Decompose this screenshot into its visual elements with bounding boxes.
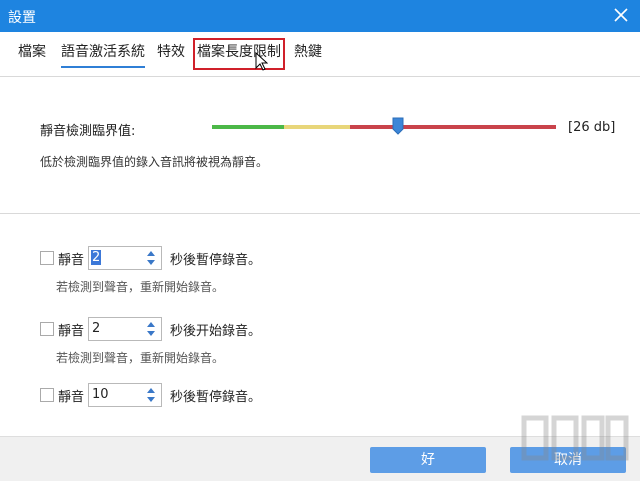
tab-hotkeys[interactable]: 熱鍵 xyxy=(294,42,322,66)
silence-label: 靜音 xyxy=(58,324,85,339)
stepper-value[interactable]: 10 xyxy=(91,387,110,402)
stepper-arrows-icon[interactable] xyxy=(145,385,157,405)
silence-pause-suffix: 秒後暫停錄音。 xyxy=(170,253,262,268)
threshold-description: 低於檢測臨界值的錄入音訊將被視為靜音。 xyxy=(40,155,269,169)
threshold-db-value: [26 db] xyxy=(568,120,616,135)
silence-pause-checkbox[interactable] xyxy=(40,251,54,265)
silence-label: 靜音 xyxy=(58,253,85,268)
stepper-arrows-icon[interactable] xyxy=(145,319,157,339)
mouse-cursor-icon xyxy=(255,52,268,71)
stepper-arrows-icon[interactable] xyxy=(145,248,157,268)
silence-pause-hint: 若檢測到聲音，重新開始錄音。 xyxy=(56,280,225,294)
close-icon[interactable] xyxy=(612,6,630,24)
tab-files[interactable]: 檔案 xyxy=(18,42,46,66)
silence-pause-long-suffix: 秒後暫停錄音。 xyxy=(170,390,262,405)
slider-red-segment xyxy=(350,125,556,129)
stepper-value[interactable]: 2 xyxy=(91,250,102,265)
silence-label: 靜音 xyxy=(58,390,85,405)
threshold-slider[interactable] xyxy=(212,117,556,135)
silence-start-hint: 若檢測到聲音，重新開始錄音。 xyxy=(56,351,225,365)
tab-file-length-limit[interactable]: 檔案長度限制 xyxy=(193,38,285,70)
threshold-panel: 靜音檢測臨界值: [26 db] 低於檢測臨界值的錄入音訊將被視為靜音。 xyxy=(0,76,640,214)
stepper-value[interactable]: 2 xyxy=(91,321,101,336)
slider-green-segment xyxy=(212,125,284,129)
slider-thumb[interactable] xyxy=(392,117,404,135)
tab-voice-activation[interactable]: 語音激活系統 xyxy=(61,42,145,68)
silence-pause-row: 靜音 2 秒後暫停錄音。 xyxy=(40,246,300,270)
title-bar: 設置 xyxy=(0,0,640,32)
slider-yellow-segment xyxy=(284,125,350,129)
watermark-logo-icon xyxy=(521,415,629,461)
silence-pause-long-row: 靜音 10 秒後暫停錄音。 xyxy=(40,383,300,407)
tab-effects[interactable]: 特效 xyxy=(157,42,185,66)
silence-pause-stepper[interactable]: 2 xyxy=(88,246,162,270)
window-title: 設置 xyxy=(8,10,36,26)
silence-start-row: 靜音 2 秒後开始錄音。 xyxy=(40,317,300,341)
tab-bar: 檔案 語音激活系統 特效 檔案長度限制 熱鍵 xyxy=(0,32,640,74)
silence-start-checkbox[interactable] xyxy=(40,322,54,336)
silence-start-stepper[interactable]: 2 xyxy=(88,317,162,341)
silence-start-suffix: 秒後开始錄音。 xyxy=(170,324,262,339)
threshold-label: 靜音檢測臨界值: xyxy=(40,124,136,139)
silence-pause-long-checkbox[interactable] xyxy=(40,388,54,402)
silence-pause-long-stepper[interactable]: 10 xyxy=(88,383,162,407)
ok-button[interactable]: 好 xyxy=(370,447,486,473)
